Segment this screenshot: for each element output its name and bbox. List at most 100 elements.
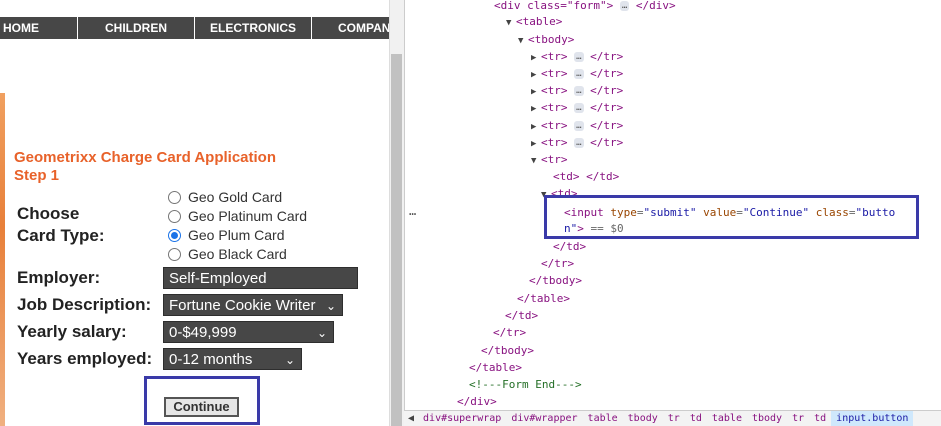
- dom-line-tr-collapsed[interactable]: ▶ <tr> … </tr>: [531, 119, 623, 134]
- card-type-label-1: Choose: [17, 204, 80, 223]
- top-nav-bar: HOME CHILDREN ELECTRONICS COMPAN: [0, 17, 389, 39]
- breadcrumb-item[interactable]: tr: [663, 411, 685, 426]
- dom-tag: <tr>: [541, 84, 568, 97]
- dom-line-tr-collapsed[interactable]: ▶ <tr> … </tr>: [531, 101, 623, 116]
- collapse-triangle-icon[interactable]: ▶: [531, 68, 541, 82]
- years-employed-select[interactable]: 0-12 months ⌄: [163, 348, 302, 370]
- expand-triangle-icon[interactable]: ▼: [518, 34, 528, 48]
- dom-line-tr-collapsed[interactable]: ▶ <tr> … </tr>: [531, 50, 623, 65]
- breadcrumb-item[interactable]: td: [685, 411, 707, 426]
- collapse-triangle-icon[interactable]: ▶: [531, 102, 541, 116]
- card-type-label-2: Card Type:: [17, 226, 105, 245]
- employer-value: Self-Employed: [169, 270, 267, 287]
- breadcrumb-item[interactable]: table: [707, 411, 747, 426]
- dom-line-div-close: </div>: [457, 395, 497, 409]
- ellipsis-button[interactable]: …: [574, 86, 584, 96]
- page-viewport: HOME CHILDREN ELECTRONICS COMPAN Geometr…: [0, 0, 389, 426]
- breadcrumb-item-active[interactable]: input.button: [831, 411, 914, 426]
- dom-tag: </table>: [469, 361, 522, 374]
- expand-triangle-icon[interactable]: ▼: [531, 154, 541, 168]
- dom-line-tr-collapsed[interactable]: ▶ <tr> … </tr>: [531, 67, 623, 82]
- collapse-triangle-icon[interactable]: ▶: [531, 51, 541, 65]
- dom-line-tr-close: </tr>: [493, 326, 526, 340]
- dom-line-tbody[interactable]: ▼ <tbody>: [518, 33, 574, 48]
- radio-option-plum[interactable]: Geo Plum Card: [168, 226, 284, 244]
- collapse-triangle-icon[interactable]: ▶: [531, 85, 541, 99]
- nav-company[interactable]: COMPAN: [312, 17, 389, 39]
- employer-label: Employer:: [17, 268, 101, 287]
- radio-label: Geo Platinum Card: [188, 208, 308, 224]
- dom-line-comment: <!---Form End--->: [469, 378, 582, 392]
- nav-children[interactable]: CHILDREN: [78, 17, 195, 39]
- nav-electronics[interactable]: ELECTRONICS: [195, 17, 312, 39]
- radio-label: Geo Gold Card: [188, 189, 283, 205]
- dom-tag: </div>: [635, 0, 676, 12]
- dom-tag: </table>: [517, 292, 570, 305]
- breadcrumb-item[interactable]: td: [809, 411, 831, 426]
- dom-tag: </div>: [457, 395, 497, 408]
- yearly-salary-label: Yearly salary:: [17, 322, 127, 341]
- breadcrumb-item[interactable]: tr: [787, 411, 809, 426]
- dom-tag: </tbody>: [529, 274, 582, 287]
- dom-tag: <div class="form">: [494, 0, 614, 12]
- form-title-line-1: Geometrixx Charge Card Application: [14, 149, 277, 166]
- row-options-icon[interactable]: …: [409, 204, 416, 218]
- dom-line-tr-expanded[interactable]: ▼ <tr>: [531, 153, 568, 168]
- chevron-down-icon: ⌄: [316, 326, 327, 340]
- job-description-select[interactable]: Fortune Cookie Writer ⌄: [163, 294, 343, 316]
- ellipsis-button[interactable]: …: [574, 52, 584, 62]
- dom-line-tr-collapsed[interactable]: ▶ <tr> … </tr>: [531, 84, 623, 99]
- breadcrumb-left-arrow-icon[interactable]: ◀: [404, 411, 418, 426]
- radio-option-black[interactable]: Geo Black Card: [168, 245, 287, 263]
- radio-button[interactable]: [168, 209, 181, 223]
- radio-option-gold[interactable]: Geo Gold Card: [168, 188, 282, 206]
- radio-label: Geo Plum Card: [188, 227, 285, 243]
- nav-home[interactable]: HOME: [0, 17, 78, 39]
- breadcrumb-item[interactable]: div#wrapper: [506, 411, 582, 426]
- continue-button[interactable]: Continue: [164, 397, 239, 417]
- breadcrumb-item[interactable]: table: [583, 411, 623, 426]
- expand-triangle-icon[interactable]: ▼: [506, 16, 516, 30]
- page-scrollbar-thumb[interactable]: [391, 54, 402, 426]
- chevron-down-icon: ⌄: [284, 353, 295, 367]
- dom-line-td-close: </td>: [505, 309, 538, 323]
- dom-tag: <table>: [516, 15, 563, 28]
- radio-button[interactable]: [168, 247, 181, 261]
- dom-line-tr-collapsed[interactable]: ▶ <tr> … </tr>: [531, 136, 623, 151]
- chevron-down-icon: ⌄: [325, 299, 336, 313]
- form-title: Geometrixx Charge Card Application Step …: [14, 149, 276, 185]
- radio-button-selected[interactable]: [168, 228, 181, 242]
- job-description-value: Fortune Cookie Writer: [169, 297, 316, 314]
- dom-tag: </td>: [553, 240, 587, 253]
- ellipsis-button[interactable]: …: [574, 69, 584, 79]
- dom-line-tbody-close: </tbody>: [481, 344, 534, 358]
- breadcrumb-item[interactable]: tbody: [747, 411, 787, 426]
- years-employed-label: Years employed:: [17, 349, 153, 368]
- radio-option-platinum[interactable]: Geo Platinum Card: [168, 207, 307, 225]
- highlight-box: [544, 195, 919, 239]
- dom-tag: </tbody>: [481, 344, 534, 357]
- collapse-triangle-icon[interactable]: ▶: [531, 137, 541, 151]
- collapse-triangle-icon[interactable]: ▶: [531, 120, 541, 134]
- dom-line-td-empty[interactable]: <td> </td>: [553, 170, 619, 184]
- dom-tag: </tr>: [541, 257, 575, 270]
- breadcrumb-item[interactable]: tbody: [623, 411, 663, 426]
- dom-tag: </tr>: [590, 84, 624, 97]
- radio-button[interactable]: [168, 190, 181, 204]
- dom-tag: <tbody>: [528, 33, 575, 46]
- dom-tag: <tr>: [541, 119, 568, 132]
- dom-line-div-form[interactable]: <div class="form"> … </div>: [494, 0, 676, 13]
- dom-tag: <tr>: [541, 67, 568, 80]
- ellipsis-button[interactable]: …: [619, 1, 630, 11]
- employer-input[interactable]: Self-Employed: [163, 267, 358, 289]
- breadcrumb-item[interactable]: div#superwrap: [418, 411, 506, 426]
- dom-tag: </tr>: [590, 50, 624, 63]
- ellipsis-button[interactable]: …: [574, 121, 584, 131]
- yearly-salary-select[interactable]: 0-$49,999 ⌄: [163, 321, 334, 343]
- ellipsis-button[interactable]: …: [574, 138, 584, 148]
- dom-tag: </tr>: [590, 101, 624, 114]
- dom-line-table-close: </table>: [517, 292, 570, 306]
- form-title-line-2: Step 1: [14, 167, 60, 184]
- dom-line-table[interactable]: ▼ <table>: [506, 15, 562, 30]
- ellipsis-button[interactable]: …: [574, 103, 584, 113]
